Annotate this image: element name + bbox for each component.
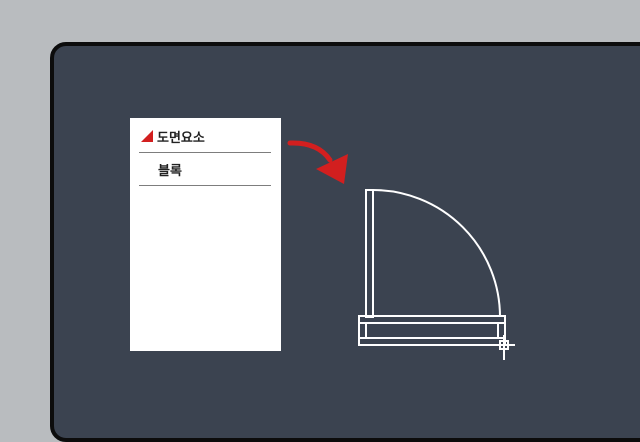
door-block-icon (358, 189, 515, 360)
category-panel: 도면요소 블록 (130, 118, 281, 351)
panel-item-label: 도면요소 (157, 130, 205, 146)
curved-arrow-icon (287, 140, 348, 184)
active-marker-icon (141, 130, 153, 142)
panel-item-label: 블록 (158, 163, 182, 179)
panel-item-drawing-elements[interactable]: 도면요소 (139, 120, 271, 153)
panel-item-block[interactable]: 블록 (139, 153, 271, 186)
